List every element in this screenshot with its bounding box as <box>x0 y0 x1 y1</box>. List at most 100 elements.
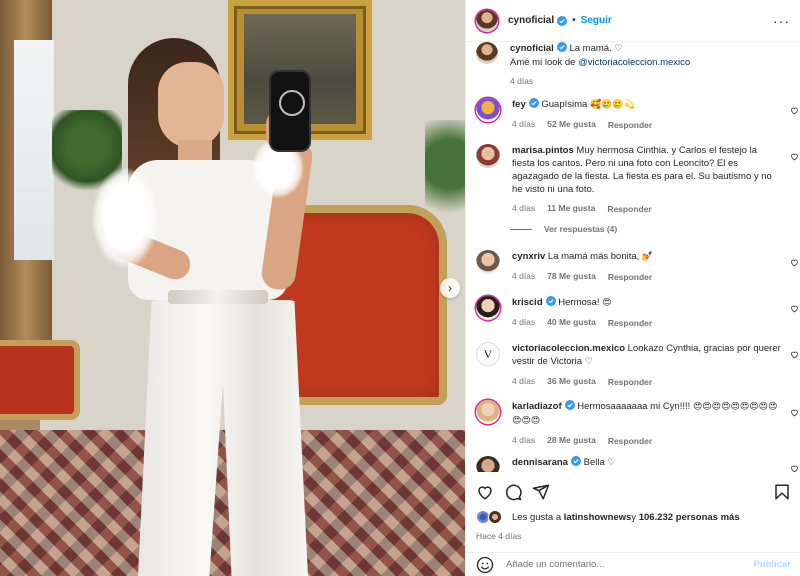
comment-likes[interactable]: 11 Me gusta <box>547 202 595 215</box>
comment-age: 4 días <box>512 317 536 327</box>
comment-meta: 4 días 40 Me gusta Responder <box>512 316 782 329</box>
verified-icon <box>557 15 568 26</box>
commenter-avatar[interactable]: V <box>476 342 500 366</box>
comment-meta: 4 días 52 Me gusta Responder <box>512 118 782 131</box>
comment-emoji: 😍 <box>602 298 612 308</box>
photo-belt <box>168 290 268 304</box>
header-separator: • <box>572 15 576 26</box>
heart-icon[interactable] <box>476 483 494 501</box>
next-photo-button[interactable]: › <box>440 278 460 298</box>
likers-avatars[interactable] <box>476 510 506 524</box>
comments-list[interactable]: cynoficial La mamá. ♡ Amé mi look de @vi… <box>466 42 800 472</box>
comment-body: dennisarana Bella ♡ <box>512 456 782 472</box>
comment-input[interactable] <box>506 559 754 570</box>
comment-meta: 4 días 36 Me gusta Responder <box>512 375 782 388</box>
save-icon[interactable] <box>773 483 791 501</box>
caption-age: 4 días <box>510 76 534 86</box>
comment-text: Hermosaaaaaaa mi Cyn!!!! <box>577 401 693 412</box>
emoji-icon[interactable] <box>476 556 494 574</box>
likes-middle: y <box>631 511 637 523</box>
verified-icon <box>545 296 556 306</box>
post-photo[interactable]: › <box>0 0 465 576</box>
heart-icon[interactable] <box>790 464 799 472</box>
comment-age: 4 días <box>512 435 536 445</box>
comment-username[interactable]: kriscid <box>512 297 543 308</box>
comment-age: 4 días <box>512 271 536 281</box>
caption-meta: 4 días <box>510 75 780 88</box>
reply-button[interactable]: Responder <box>608 118 652 131</box>
comment-item: V victoriacoleccion.mexico Lookazo Cynth… <box>466 342 800 388</box>
reply-button[interactable]: Responder <box>608 316 652 329</box>
verified-icon <box>564 400 575 410</box>
heart-icon[interactable] <box>790 350 799 359</box>
chevron-right-icon: › <box>448 281 452 295</box>
comment-item: marisa.pintos Muy hermosa Cinthia. y Car… <box>466 144 800 215</box>
follow-button[interactable]: Seguir <box>581 15 612 26</box>
heart-icon[interactable] <box>790 152 799 161</box>
comment-icon[interactable] <box>504 483 522 501</box>
commenter-avatar[interactable] <box>476 456 500 472</box>
likes-count-link[interactable]: 106.232 personas más <box>639 512 740 523</box>
caption-heart: ♡ <box>614 44 623 54</box>
photo-phone <box>271 72 309 150</box>
caption-mention-link[interactable]: @victoriacoleccion.mexico <box>578 57 690 68</box>
comment-username[interactable]: karladiazof <box>512 401 562 412</box>
comment-username[interactable]: cynxriv <box>512 251 545 262</box>
comment-username[interactable]: victoriacoleccion.mexico <box>512 343 625 354</box>
reply-button[interactable]: Responder <box>608 375 652 388</box>
comment-emoji: 💅 <box>641 252 654 262</box>
publish-button[interactable]: Publicar <box>754 559 792 570</box>
comment-meta: 4 días 11 Me gusta Responder <box>512 202 782 215</box>
comment-likes[interactable]: 40 Me gusta <box>547 316 596 329</box>
comment-body: karladiazof Hermosaaaaaaa mi Cyn!!!! 😍😍😍… <box>512 400 782 447</box>
author-username[interactable]: cynoficial <box>508 15 554 26</box>
likes-summary: Les gusta a latinshownews y 106.232 pers… <box>476 510 740 524</box>
heart-icon[interactable] <box>790 258 799 267</box>
commenter-avatar[interactable] <box>476 250 500 274</box>
caption-avatar[interactable] <box>476 42 498 64</box>
comment-username[interactable]: dennisarana <box>512 457 568 468</box>
comment-text: Bella <box>583 457 608 468</box>
comment-likes[interactable]: 52 Me gusta <box>547 118 596 131</box>
photo-feather-sleeve-left <box>92 168 158 268</box>
comment-text: La mamá más bonita, <box>547 251 642 262</box>
reply-button[interactable]: Responder <box>608 434 652 447</box>
author-avatar[interactable] <box>476 9 498 32</box>
reply-button[interactable]: Responder <box>607 202 651 215</box>
heart-icon[interactable] <box>790 408 799 417</box>
commenter-avatar[interactable] <box>476 400 500 424</box>
photo-chair <box>0 340 80 420</box>
post-side-panel: cynoficial • Seguir ··· cynoficial La ma… <box>465 0 800 576</box>
heart-icon[interactable] <box>790 106 799 115</box>
caption-username[interactable]: cynoficial <box>510 43 554 54</box>
comment-emoji: ♡ <box>584 357 593 367</box>
comment-meta: 4 días 78 Me gusta Responder <box>512 270 782 283</box>
comment-item: fey Guapísima 🥰🥲🥲💫 4 días 52 Me gusta Re… <box>466 98 800 131</box>
comment-username[interactable]: marisa.pintos <box>512 145 574 156</box>
likes-user-link[interactable]: latinshownews <box>564 512 632 523</box>
reply-button[interactable]: Responder <box>608 270 652 283</box>
caption-text: La mamá. <box>569 43 615 54</box>
post-actions <box>466 480 800 504</box>
comment-username[interactable]: fey <box>512 99 526 110</box>
comment-body: victoriacoleccion.mexico Lookazo Cynthia… <box>512 342 782 388</box>
share-icon[interactable] <box>532 483 550 501</box>
comment-text: Guapísima <box>541 99 590 110</box>
likes-prefix: Les gusta a <box>512 511 562 523</box>
comment-item: karladiazof Hermosaaaaaaa mi Cyn!!!! 😍😍😍… <box>466 400 800 447</box>
comment-likes[interactable]: 78 Me gusta <box>547 270 596 283</box>
heart-icon[interactable] <box>790 304 799 313</box>
comment-likes[interactable]: 36 Me gusta <box>547 375 596 388</box>
verified-icon <box>570 456 581 466</box>
comment-likes[interactable]: 28 Me gusta <box>547 434 596 447</box>
verified-icon <box>556 42 567 52</box>
commenter-avatar[interactable] <box>476 296 500 320</box>
comment-emoji: 🥰🥲🥲💫 <box>589 100 635 110</box>
commenter-avatar[interactable] <box>476 98 500 122</box>
comment-age: 4 días <box>512 376 536 386</box>
view-replies-button[interactable]: Ver respuestas (4) <box>510 224 617 234</box>
commenter-avatar[interactable] <box>476 144 500 168</box>
caption: cynoficial La mamá. ♡ Amé mi look de @vi… <box>466 42 800 88</box>
more-icon[interactable]: ··· <box>773 13 790 29</box>
photo-woman-face <box>158 62 224 148</box>
